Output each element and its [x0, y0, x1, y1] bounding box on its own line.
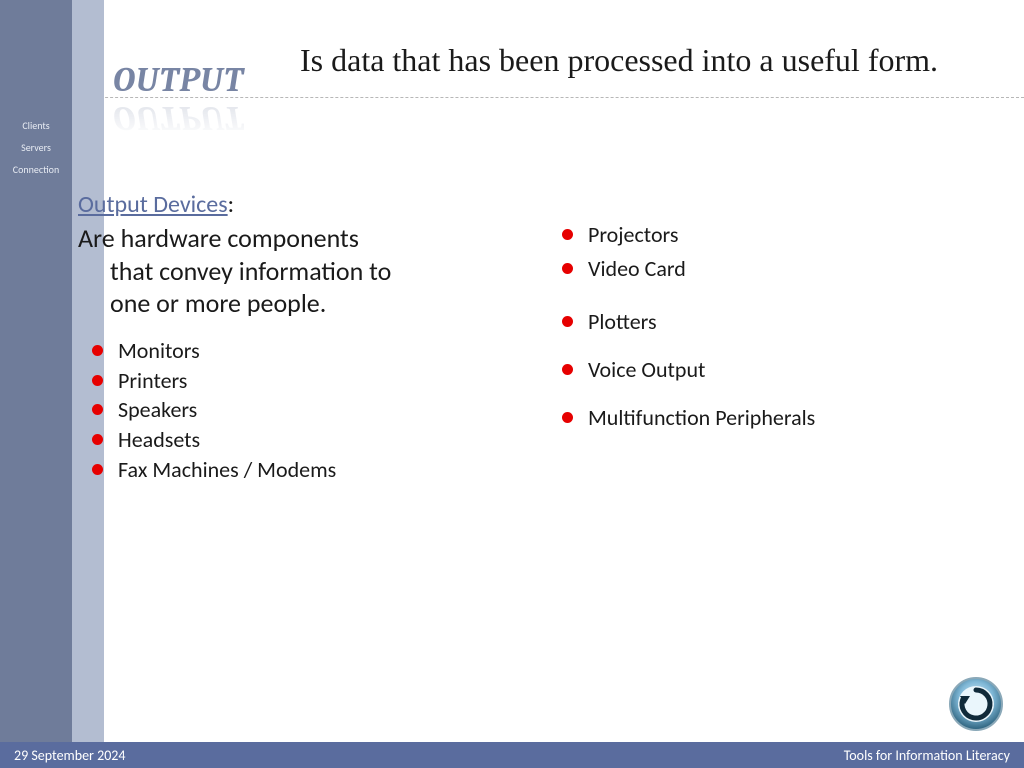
list-item: Multifunction Peripherals [548, 403, 968, 433]
list-item: Plotters [548, 307, 968, 337]
footer-bar: 29 September 2024 Tools for Information … [0, 742, 1024, 768]
definition-text: Is data that has been processed into a u… [300, 40, 940, 80]
bullet-list-left: Monitors Printers Speakers Headsets Fax … [78, 336, 498, 484]
subheading-colon: : [228, 190, 234, 219]
list-item: Projectors [548, 220, 968, 250]
list-item: Fax Machines / Modems [78, 455, 498, 485]
list-item: Headsets [78, 425, 498, 455]
footer-date: 29 September 2024 [14, 747, 126, 764]
slide-title: OUTPUT [113, 60, 244, 100]
bullet-list-right: Projectors Video Card Plotters Voice Out… [548, 220, 968, 450]
subheading-link[interactable]: Output Devices [78, 190, 228, 219]
sidebar-item-connection[interactable]: Connection [0, 163, 72, 176]
list-item: Speakers [78, 395, 498, 425]
refresh-icon[interactable] [948, 676, 1004, 732]
slide-title-reflection: OUTPUT [113, 98, 244, 138]
list-item: Voice Output [548, 355, 968, 385]
list-item: Monitors [78, 336, 498, 366]
sidebar-nav: Clients Servers Connection [0, 110, 72, 185]
output-devices-paragraph: Are hardware components that convey info… [78, 222, 498, 320]
para-line-3: one or more people. [110, 287, 498, 320]
slide: Clients Servers Connection OUTPUT OUTPUT… [0, 0, 1024, 768]
sidebar: Clients Servers Connection [0, 0, 72, 768]
subheading: Output Devices: [78, 190, 234, 219]
list-item: Video Card [548, 254, 968, 284]
footer-course: Tools for Information Literacy [844, 747, 1010, 764]
sidebar-item-servers[interactable]: Servers [0, 141, 72, 154]
para-line-1: Are hardware components [78, 222, 359, 254]
para-line-2: that convey information to [110, 255, 498, 288]
list-item: Printers [78, 366, 498, 396]
sidebar-item-clients[interactable]: Clients [0, 119, 72, 132]
